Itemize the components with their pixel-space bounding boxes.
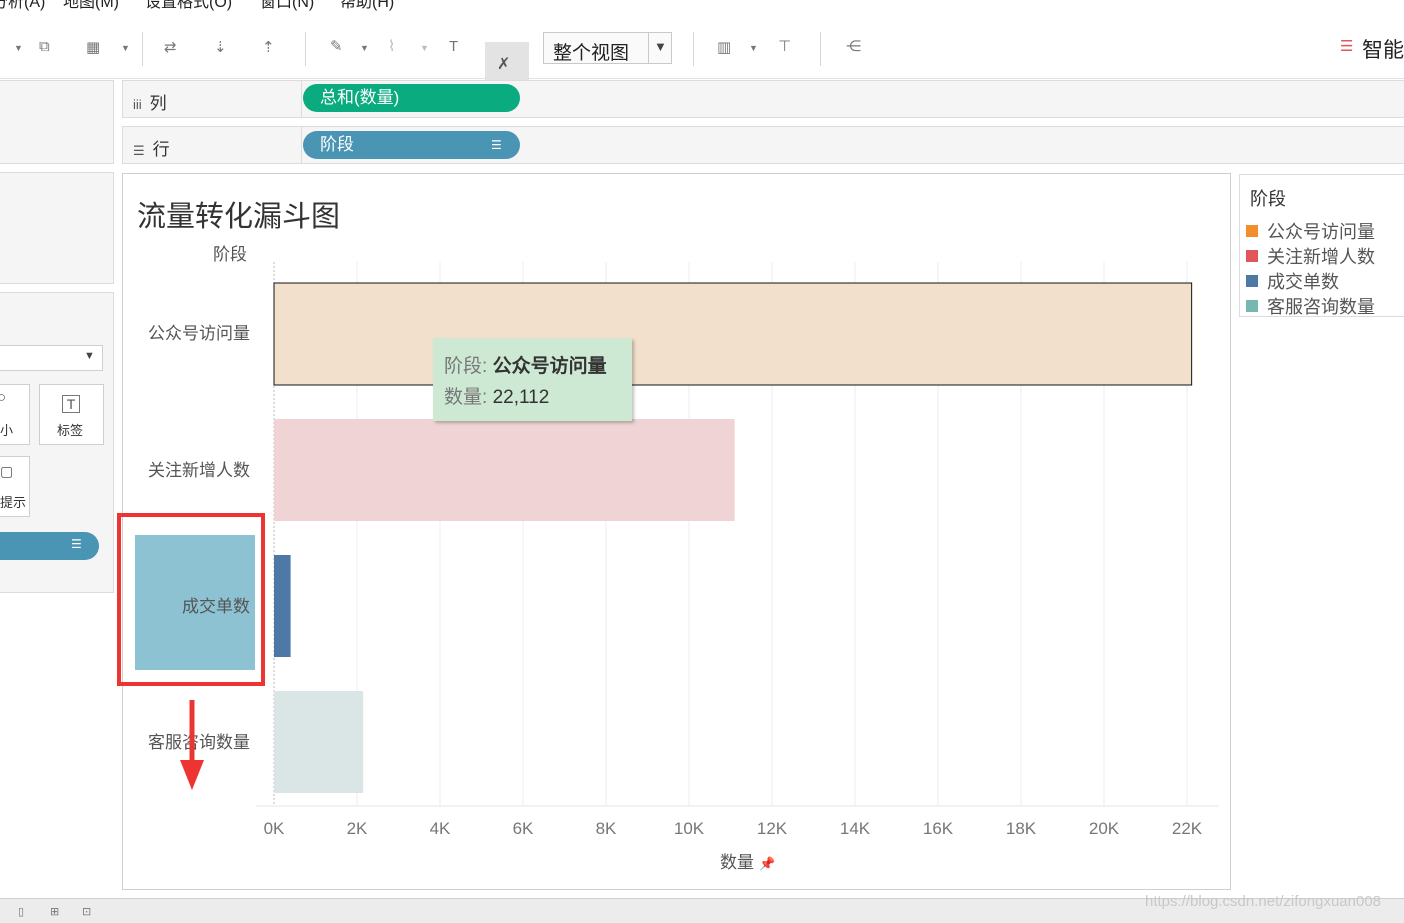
legend-swatch	[1246, 300, 1258, 312]
bar-mark[interactable]	[274, 691, 364, 793]
legend-swatch	[1246, 250, 1258, 262]
legend-swatch	[1246, 225, 1258, 237]
x-tick-label: 8K	[596, 819, 617, 838]
tooltip-qty-value: 22,112	[492, 387, 550, 408]
x-tick-label: 12K	[757, 819, 788, 838]
x-tick-label: 4K	[430, 819, 451, 838]
watermark: https://blog.csdn.net/zifongxuan008	[1145, 893, 1382, 910]
tooltip-stage-value: 公众号访问量	[492, 355, 607, 377]
legend-title: 阶段	[1250, 189, 1286, 209]
legend-label: 公众号访问量	[1267, 222, 1375, 243]
x-tick-label: 20K	[1089, 819, 1120, 838]
new-sheet-icon[interactable]: ⊞	[50, 905, 59, 918]
legend-swatch	[1246, 275, 1258, 287]
legend-item[interactable]: 客服咨询数量	[1246, 293, 1375, 318]
color-legend: 阶段 公众号访问量 关注新增人数 成交单数 客服咨询数量	[1239, 174, 1404, 318]
legend-item[interactable]: 关注新增人数	[1246, 243, 1375, 268]
legend-label: 客服咨询数量	[1267, 297, 1375, 318]
new-dashboard-icon[interactable]: ⊡	[82, 905, 91, 918]
bar-mark[interactable]	[274, 419, 735, 521]
x-tick-label: 16K	[923, 819, 954, 838]
x-tick-label: 10K	[674, 819, 705, 838]
tooltip: 阶段: 公众号访问量 数量: 22,112	[433, 338, 632, 421]
tooltip-qty-key: 数量:	[444, 387, 488, 408]
legend-label: 关注新增人数	[1267, 247, 1375, 268]
data-source-tab-icon[interactable]: ▯	[18, 905, 24, 918]
x-tick-label: 6K	[513, 819, 534, 838]
legend-item[interactable]: 公众号访问量	[1246, 218, 1375, 243]
bar-mark[interactable]	[274, 555, 291, 657]
x-tick-label: 18K	[1006, 819, 1037, 838]
bar-chart: 0K 2K 4K 6K 8K 10K 12K 14K 16K 18K 20K 22K	[256, 262, 1219, 838]
legend-item[interactable]: 成交单数	[1246, 268, 1339, 293]
x-tick-label: 0K	[264, 819, 285, 838]
bar-mark[interactable]	[273, 282, 1193, 386]
x-tick-label: 14K	[840, 819, 871, 838]
annotation-highlight-box	[117, 513, 265, 686]
pin-icon: 📌	[759, 857, 776, 872]
x-tick-label: 22K	[1172, 819, 1203, 838]
tooltip-stage-key: 阶段:	[444, 356, 488, 377]
x-tick-label: 2K	[347, 819, 368, 838]
x-axis-label: 数量	[720, 853, 754, 873]
tooltip-qty-line: 数量: 22,112	[444, 382, 549, 409]
legend-label: 成交单数	[1267, 272, 1339, 293]
x-axis-title[interactable]: 数量 📌	[720, 848, 776, 873]
tooltip-stage-line: 阶段: 公众号访问量	[444, 351, 607, 378]
annotation-arrow-icon	[180, 700, 204, 790]
